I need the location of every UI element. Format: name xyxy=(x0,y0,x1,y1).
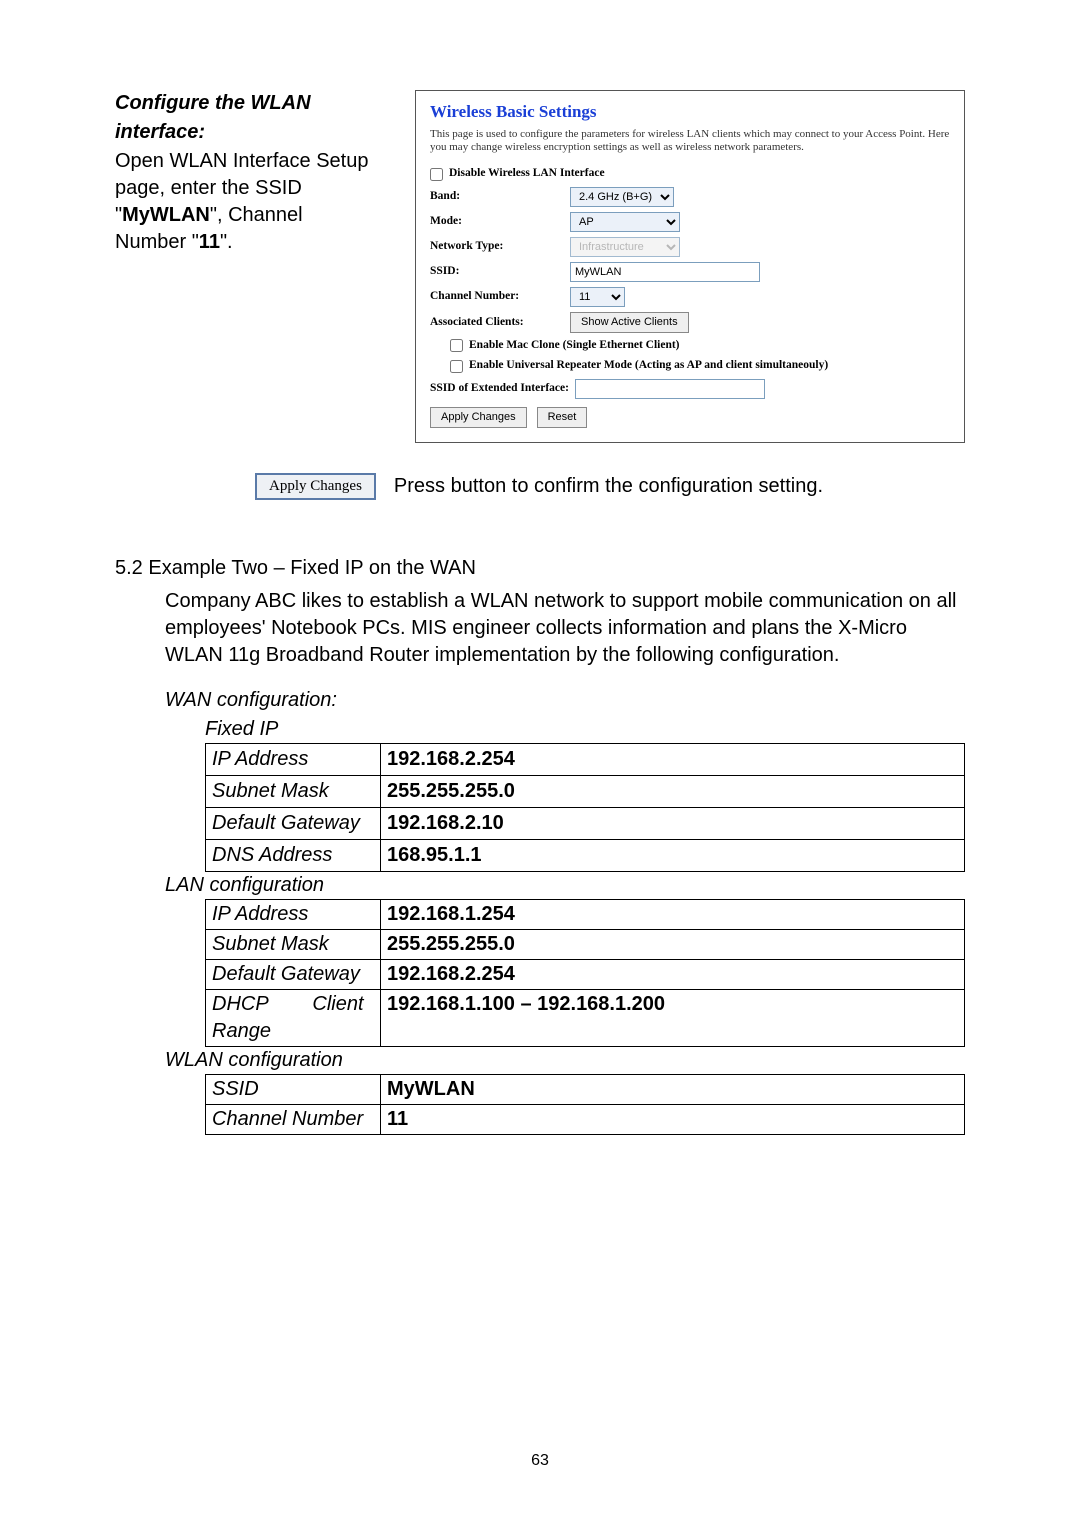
wan-fixed-ip-heading: Fixed IP xyxy=(205,716,965,743)
dhcp-word-2: Client xyxy=(312,993,363,1015)
lan-gw-value: 192.168.2.254 xyxy=(381,959,965,989)
panel-title: Wireless Basic Settings xyxy=(430,101,950,124)
section-5-2-title: 5.2 Example Two – Fixed IP on the WAN xyxy=(115,555,965,582)
mac-clone-label: Enable Mac Clone (Single Ethernet Client… xyxy=(469,338,680,354)
network-type-select: Infrastructure xyxy=(570,237,680,257)
ext-ssid-label: SSID of Extended Interface: xyxy=(430,381,569,397)
wan-dns-label: DNS Address xyxy=(206,839,381,871)
table-row: Default Gateway 192.168.2.254 xyxy=(206,959,965,989)
wlan-body-ssid: MyWLAN xyxy=(122,204,210,226)
lan-config-table: IP Address 192.168.1.254 Subnet Mask 255… xyxy=(205,899,965,1047)
wlan-config-heading-1: Configure the WLAN xyxy=(115,90,375,117)
wan-mask-label: Subnet Mask xyxy=(206,775,381,807)
wlan-config-table: SSID MyWLAN Channel Number 11 xyxy=(205,1074,965,1135)
wlan-config-body: Open WLAN Interface Setup page, enter th… xyxy=(115,148,375,256)
apply-changes-button-large[interactable]: Apply Changes xyxy=(255,473,376,500)
lan-gw-label: Default Gateway xyxy=(206,959,381,989)
universal-repeater-checkbox[interactable] xyxy=(450,360,463,373)
lan-dhcp-label: DHCP Client Range xyxy=(206,989,381,1046)
page-number: 63 xyxy=(0,1450,1080,1472)
band-select[interactable]: 2.4 GHz (B+G) xyxy=(570,187,674,207)
wlan-config-heading-2: interface: xyxy=(115,119,375,146)
section-5-2-para: Company ABC likes to establish a WLAN ne… xyxy=(165,588,965,669)
show-active-clients-button[interactable]: Show Active Clients xyxy=(570,312,689,333)
lan-config-heading: LAN configuration xyxy=(165,872,965,899)
lan-mask-label: Subnet Mask xyxy=(206,929,381,959)
apply-changes-button[interactable]: Apply Changes xyxy=(430,407,527,428)
wan-ip-value: 192.168.2.254 xyxy=(381,743,965,775)
table-row: IP Address 192.168.1.254 xyxy=(206,899,965,929)
table-row: Channel Number 11 xyxy=(206,1104,965,1134)
apply-caption: Press button to confirm the configuratio… xyxy=(394,473,823,500)
mac-clone-checkbox[interactable] xyxy=(450,339,463,352)
table-row: Subnet Mask 255.255.255.0 xyxy=(206,929,965,959)
band-label: Band: xyxy=(430,189,570,205)
table-row: DHCP Client Range 192.168.1.100 – 192.16… xyxy=(206,989,965,1046)
mode-select[interactable]: AP xyxy=(570,212,680,232)
mode-label: Mode: xyxy=(430,214,570,230)
panel-desc: This page is used to configure the param… xyxy=(430,128,950,154)
table-row: SSID MyWLAN xyxy=(206,1074,965,1104)
wireless-settings-panel: Wireless Basic Settings This page is use… xyxy=(415,90,965,443)
table-row: Subnet Mask 255.255.255.0 xyxy=(206,775,965,807)
assoc-clients-label: Associated Clients: xyxy=(430,315,570,331)
ssid-input[interactable] xyxy=(570,262,760,282)
wan-gw-label: Default Gateway xyxy=(206,807,381,839)
wan-mask-value: 255.255.255.0 xyxy=(381,775,965,807)
wan-config-table: IP Address 192.168.2.254 Subnet Mask 255… xyxy=(205,743,965,872)
wlan-ssid-label: SSID xyxy=(206,1074,381,1104)
disable-wlan-checkbox[interactable] xyxy=(430,168,443,181)
channel-select[interactable]: 11 xyxy=(570,287,625,307)
wan-dns-value: 168.95.1.1 xyxy=(381,839,965,871)
channel-label: Channel Number: xyxy=(430,289,570,305)
wan-ip-label: IP Address xyxy=(206,743,381,775)
ext-ssid-input[interactable] xyxy=(575,379,765,399)
wlan-body-end: ". xyxy=(220,231,233,253)
lan-ip-label: IP Address xyxy=(206,899,381,929)
universal-repeater-label: Enable Universal Repeater Mode (Acting a… xyxy=(469,358,828,374)
dhcp-word-1: DHCP xyxy=(212,993,268,1015)
wan-config-heading: WAN configuration: xyxy=(165,687,965,714)
wlan-ssid-value: MyWLAN xyxy=(381,1074,965,1104)
table-row: IP Address 192.168.2.254 xyxy=(206,743,965,775)
ssid-label: SSID: xyxy=(430,264,570,280)
wan-gw-value: 192.168.2.10 xyxy=(381,807,965,839)
lan-dhcp-value: 192.168.1.100 – 192.168.1.200 xyxy=(381,989,965,1046)
wlan-chan-value: 11 xyxy=(381,1104,965,1134)
reset-button[interactable]: Reset xyxy=(537,407,588,428)
lan-ip-value: 192.168.1.254 xyxy=(381,899,965,929)
lan-mask-value: 255.255.255.0 xyxy=(381,929,965,959)
table-row: DNS Address 168.95.1.1 xyxy=(206,839,965,871)
wlan-body-chan: 11 xyxy=(199,231,220,253)
dhcp-word-3: Range xyxy=(212,1020,271,1042)
disable-wlan-label: Disable Wireless LAN Interface xyxy=(449,166,605,182)
wlan-config-heading: WLAN configuration xyxy=(165,1047,965,1074)
network-type-label: Network Type: xyxy=(430,239,570,255)
table-row: Default Gateway 192.168.2.10 xyxy=(206,807,965,839)
wlan-chan-label: Channel Number xyxy=(206,1104,381,1134)
